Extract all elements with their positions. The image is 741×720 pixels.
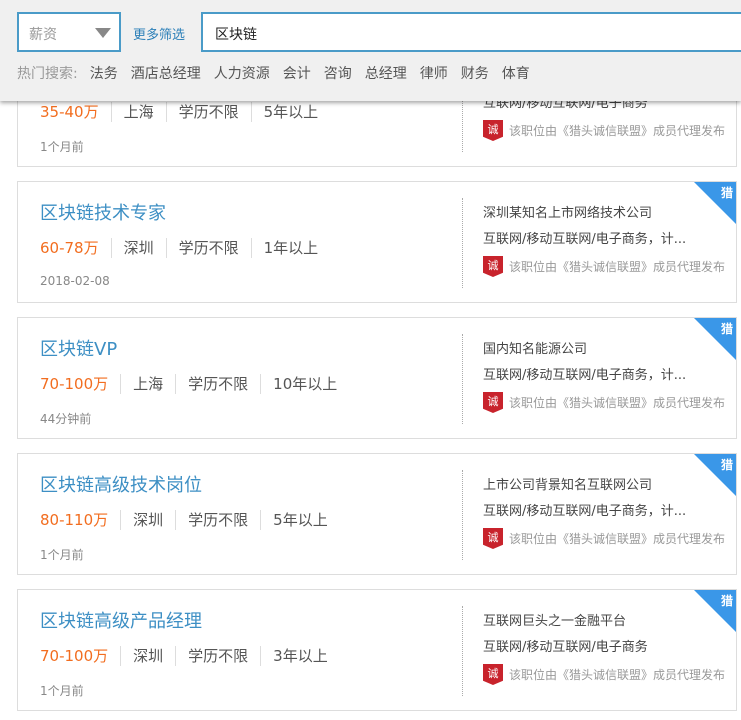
job-salary: 60-78万 [40,239,99,257]
job-education: 学历不限 [165,238,251,258]
job-education: 学历不限 [165,102,251,122]
job-title[interactable]: 区块链VP [40,335,117,361]
job-salary: 70-100万 [40,647,109,665]
headhunter-corner-label: 猎 [720,458,733,472]
job-salary: 80-110万 [40,511,109,529]
integrity-badge-icon: 诚 [483,256,503,277]
job-city: 上海 [120,374,175,394]
job-time: 1个月前 [40,684,84,698]
job-info: 35-40万 上海 学历不限 5年以上 [40,102,330,122]
search-input[interactable]: 区块链 [201,12,741,52]
job-title[interactable]: 区块链技术专家 [40,199,166,225]
job-info: 70-100万 深圳 学历不限 3年以上 [40,646,340,666]
publisher-note: 诚该职位由《猎头诚信联盟》成员代理发布 [483,256,725,277]
hot-searches-label: 热门搜索: [17,66,78,82]
salary-select[interactable]: 薪资 [17,12,121,52]
integrity-badge-icon: 诚 [483,664,503,685]
job-salary: 35-40万 [40,103,99,121]
company-name[interactable]: 国内知名能源公司 [483,338,587,357]
hot-keyword[interactable]: 财务 [461,63,489,83]
job-time: 44分钟前 [40,412,92,426]
job-education: 学历不限 [175,510,260,530]
job-time: 1个月前 [40,548,84,562]
company-name[interactable]: 上市公司背景知名互联网公司 [483,474,652,493]
publisher-text: 该职位由《猎头诚信联盟》成员代理发布 [509,260,726,274]
hot-keyword[interactable]: 会计 [283,63,311,83]
job-time: 1个月前 [40,140,84,154]
job-city: 深圳 [110,238,166,258]
integrity-badge-icon: 诚 [483,120,503,141]
search-header: 薪资 更多筛选 区块链 热门搜索: 法务 酒店总经理 人力资源 会计 咨询 总经… [0,0,741,101]
company-name[interactable]: 互联网巨头之一金融平台 [483,610,626,629]
hot-keyword[interactable]: 酒店总经理 [131,63,201,83]
job-info: 80-110万 深圳 学历不限 5年以上 [40,510,340,530]
divider [462,606,463,696]
chevron-down-icon [95,28,111,38]
salary-select-label: 薪资 [29,27,57,43]
publisher-note: 诚该职位由《猎头诚信联盟》成员代理发布 [483,120,725,141]
job-experience: 1年以上 [250,238,331,258]
job-card[interactable]: 区块链高级产品经理 70-100万 深圳 学历不限 3年以上 1个月前 互联网巨… [17,589,737,711]
hot-keyword[interactable]: 律师 [420,63,448,83]
publisher-note: 诚该职位由《猎头诚信联盟》成员代理发布 [483,528,725,549]
hot-keyword[interactable]: 人力资源 [214,63,270,83]
job-salary: 70-100万 [40,375,109,393]
hot-keyword[interactable]: 总经理 [365,63,407,83]
company-industry: 互联网/移动互联网/电子商务，计... [483,232,687,247]
job-title[interactable]: 区块链高级产品经理 [40,607,202,633]
more-filters-link[interactable]: 更多筛选 [133,24,185,43]
company-industry: 互联网/移动互联网/电子商务，计... [483,368,687,383]
job-card[interactable]: 区块链VP 70-100万 上海 学历不限 10年以上 44分钟前 国内知名能源… [17,317,737,439]
job-city: 深圳 [120,646,175,666]
company-industry: 互联网/移动互联网/电子商务 [483,640,648,655]
hot-keyword[interactable]: 咨询 [324,63,352,83]
hot-keyword[interactable]: 法务 [90,63,118,83]
publisher-note: 诚该职位由《猎头诚信联盟》成员代理发布 [483,392,725,413]
job-experience: 5年以上 [260,510,340,530]
job-experience: 10年以上 [260,374,349,394]
job-experience: 3年以上 [260,646,340,666]
divider [462,470,463,560]
job-title[interactable]: 区块链高级技术岗位 [40,471,202,497]
headhunter-corner-label: 猎 [720,186,733,200]
job-time: 2018-02-08 [40,274,110,288]
publisher-text: 该职位由《猎头诚信联盟》成员代理发布 [509,668,726,682]
job-card[interactable]: 区块链技术专家 60-78万 深圳 学历不限 1年以上 2018-02-08 深… [17,181,737,303]
divider [462,334,463,424]
company-industry: 互联网/移动互联网/电子商务，计... [483,504,687,519]
divider [462,198,463,288]
job-info: 70-100万 上海 学历不限 10年以上 [40,374,349,394]
job-city: 深圳 [120,510,175,530]
company-name[interactable]: 深圳某知名上市网络技术公司 [483,202,652,221]
integrity-badge-icon: 诚 [483,392,503,413]
publisher-text: 该职位由《猎头诚信联盟》成员代理发布 [509,532,726,546]
job-experience: 5年以上 [250,102,331,122]
headhunter-corner-label: 猎 [720,322,733,336]
job-education: 学历不限 [175,374,260,394]
hot-keyword[interactable]: 体育 [502,63,530,83]
publisher-text: 该职位由《猎头诚信联盟》成员代理发布 [509,396,726,410]
job-info: 60-78万 深圳 学历不限 1年以上 [40,238,330,258]
integrity-badge-icon: 诚 [483,528,503,549]
publisher-note: 诚该职位由《猎头诚信联盟》成员代理发布 [483,664,725,685]
publisher-text: 该职位由《猎头诚信联盟》成员代理发布 [509,124,726,138]
job-city: 上海 [110,102,166,122]
hot-searches: 热门搜索: 法务 酒店总经理 人力资源 会计 咨询 总经理 律师 财务 体育 [17,63,543,83]
job-card[interactable]: 区块链高级技术岗位 80-110万 深圳 学历不限 5年以上 1个月前 上市公司… [17,453,737,575]
job-education: 学历不限 [175,646,260,666]
headhunter-corner-label: 猎 [720,594,733,608]
